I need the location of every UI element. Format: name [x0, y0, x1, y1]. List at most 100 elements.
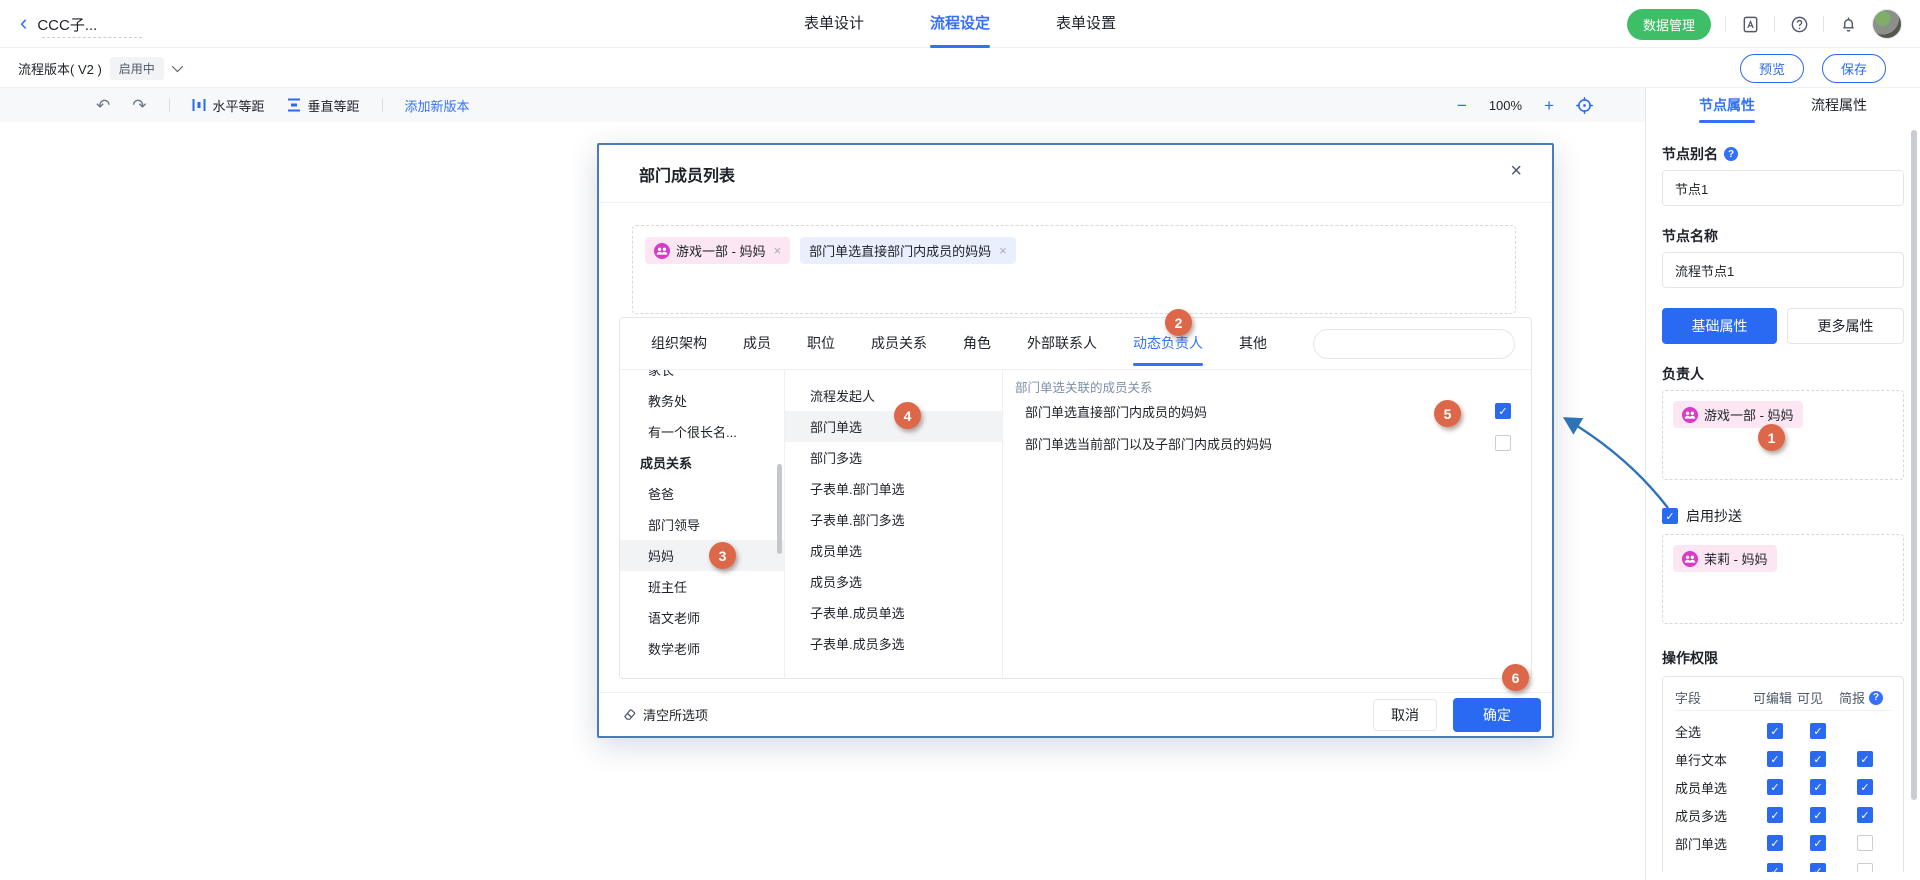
tab-member-relations[interactable]: 成员关系 [871, 318, 927, 370]
list-item-selected[interactable]: 妈妈 [620, 540, 784, 571]
search-input[interactable] [1314, 330, 1510, 358]
visible-checkbox[interactable] [1810, 751, 1826, 767]
list-item[interactable]: 爸爸 [620, 478, 784, 509]
visible-checkbox[interactable] [1810, 863, 1826, 872]
save-button[interactable]: 保存 [1822, 54, 1886, 83]
fit-target-icon[interactable] [1576, 97, 1593, 114]
editable-checkbox[interactable] [1767, 779, 1783, 795]
visible-checkbox[interactable] [1810, 723, 1826, 739]
brief-checkbox[interactable] [1857, 751, 1873, 767]
visible-checkbox[interactable] [1810, 835, 1826, 851]
list-scrollbar[interactable] [777, 464, 782, 554]
list-item[interactable]: 成员多选 [785, 566, 1002, 597]
list-item[interactable]: 子表单.成员单选 [785, 597, 1002, 628]
list-item[interactable]: 子表单.部门多选 [785, 504, 1002, 535]
visible-checkbox[interactable] [1810, 779, 1826, 795]
list-item[interactable]: 数学老师 [620, 633, 784, 664]
owner-tag[interactable]: 游戏一部 - 妈妈 [1673, 401, 1803, 428]
add-version-link[interactable]: 添加新版本 [405, 96, 470, 115]
annotation-badge-2: 2 [1165, 309, 1192, 336]
panel-scrollbar[interactable] [1911, 130, 1917, 800]
list-item[interactable]: 语文老师 [620, 602, 784, 633]
remove-tag-icon[interactable]: × [999, 243, 1007, 258]
nav-tab-form-design[interactable]: 表单设计 [804, 0, 864, 48]
cc-select-box[interactable]: 茉莉 - 妈妈 [1662, 534, 1904, 624]
brief-checkbox[interactable] [1857, 779, 1873, 795]
data-manage-button[interactable]: 数据管理 [1627, 9, 1711, 40]
nav-tab-flow-setting[interactable]: 流程设定 [930, 0, 990, 48]
tab-external-contacts[interactable]: 外部联系人 [1027, 318, 1097, 370]
remove-tag-icon[interactable]: × [774, 243, 782, 258]
list-item[interactable]: 子表单.成员多选 [785, 628, 1002, 659]
contact-book-icon[interactable] [1740, 14, 1760, 34]
tab-roles[interactable]: 角色 [963, 318, 991, 370]
department-member-modal: 部门成员列表 × 游戏一部 - 妈妈 × 部门单选直接部门内成员的妈妈 × [597, 143, 1554, 738]
back-chevron-icon[interactable]: ‹ [20, 12, 27, 34]
editable-checkbox[interactable] [1767, 807, 1783, 823]
list-item[interactable]: 子表单.部门单选 [785, 473, 1002, 504]
col-brief: 简报 [1839, 688, 1865, 707]
list-item[interactable]: 部门领导 [620, 509, 784, 540]
list-item[interactable]: 流程发起人 [785, 380, 1002, 411]
list-item[interactable]: 教务处 [620, 385, 784, 416]
notification-bell-icon[interactable] [1838, 14, 1858, 34]
editable-checkbox[interactable] [1767, 723, 1783, 739]
basic-properties-button[interactable]: 基础属性 [1662, 308, 1777, 344]
vertical-spacing-button[interactable]: 垂直等距 [287, 96, 360, 115]
help-question-icon[interactable]: ? [1724, 147, 1738, 161]
member-icon [1682, 407, 1698, 423]
col-field: 字段 [1675, 688, 1753, 707]
tab-node-properties[interactable]: 节点属性 [1699, 88, 1755, 124]
confirm-button[interactable]: 确定 [1453, 698, 1541, 732]
selected-tags-box[interactable]: 游戏一部 - 妈妈 × 部门单选直接部门内成员的妈妈 × [632, 225, 1516, 314]
list-item[interactable]: 成员单选 [785, 535, 1002, 566]
node-name-input[interactable] [1662, 252, 1904, 288]
relation-option-checkbox[interactable] [1495, 435, 1511, 451]
brief-checkbox[interactable] [1857, 835, 1873, 851]
zoom-out-button[interactable]: − [1457, 97, 1467, 114]
redo-icon[interactable]: ↷ [132, 97, 146, 114]
tab-org-structure[interactable]: 组织架构 [651, 318, 707, 370]
clear-selection-button[interactable]: 清空所选项 [622, 705, 708, 724]
close-icon[interactable]: × [1510, 161, 1522, 181]
annotation-badge-4: 4 [894, 402, 921, 429]
cancel-button[interactable]: 取消 [1373, 699, 1437, 731]
zoom-in-button[interactable]: + [1544, 97, 1554, 114]
title-dashed-underline [42, 37, 142, 38]
tab-members[interactable]: 成员 [743, 318, 771, 370]
more-properties-button[interactable]: 更多属性 [1787, 308, 1904, 344]
editable-checkbox[interactable] [1767, 751, 1783, 767]
enable-cc-checkbox[interactable] [1662, 508, 1678, 524]
tab-positions[interactable]: 职位 [807, 318, 835, 370]
horizontal-spacing-button[interactable]: 水平等距 [192, 96, 265, 115]
editable-checkbox[interactable] [1767, 835, 1783, 851]
eraser-icon [622, 707, 637, 722]
annotation-badge-6: 6 [1502, 664, 1529, 691]
undo-icon[interactable]: ↶ [96, 97, 110, 114]
list-item[interactable]: 有一个很长名... [620, 416, 784, 447]
nav-tab-form-setting[interactable]: 表单设置 [1056, 0, 1116, 48]
editable-checkbox[interactable] [1767, 863, 1783, 872]
relation-option-checkbox[interactable] [1495, 403, 1511, 419]
page-title: CCC子... [37, 14, 97, 35]
brief-checkbox[interactable] [1857, 807, 1873, 823]
preview-button[interactable]: 预览 [1740, 54, 1804, 83]
brief-help-icon[interactable]: ? [1869, 691, 1883, 705]
selected-tag[interactable]: 游戏一部 - 妈妈 × [645, 237, 790, 264]
list-item[interactable]: 班主任 [620, 571, 784, 602]
divider [382, 98, 383, 112]
help-icon[interactable] [1789, 14, 1809, 34]
list-item[interactable]: 部门多选 [785, 442, 1002, 473]
user-avatar[interactable] [1872, 9, 1902, 39]
cc-tag[interactable]: 茉莉 - 妈妈 [1673, 545, 1777, 572]
top-header: ‹ CCC子... 表单设计 流程设定 表单设置 数据管理 [0, 0, 1920, 48]
tab-others[interactable]: 其他 [1239, 318, 1267, 370]
brief-checkbox[interactable] [1857, 863, 1873, 872]
chevron-down-icon[interactable] [172, 61, 183, 72]
node-alias-input[interactable] [1662, 170, 1904, 206]
visible-checkbox[interactable] [1810, 807, 1826, 823]
list-item[interactable]: 家长 [620, 370, 784, 385]
zoom-level: 100% [1489, 98, 1522, 113]
selected-tag[interactable]: 部门单选直接部门内成员的妈妈 × [800, 237, 1016, 264]
tab-flow-properties[interactable]: 流程属性 [1811, 88, 1867, 124]
